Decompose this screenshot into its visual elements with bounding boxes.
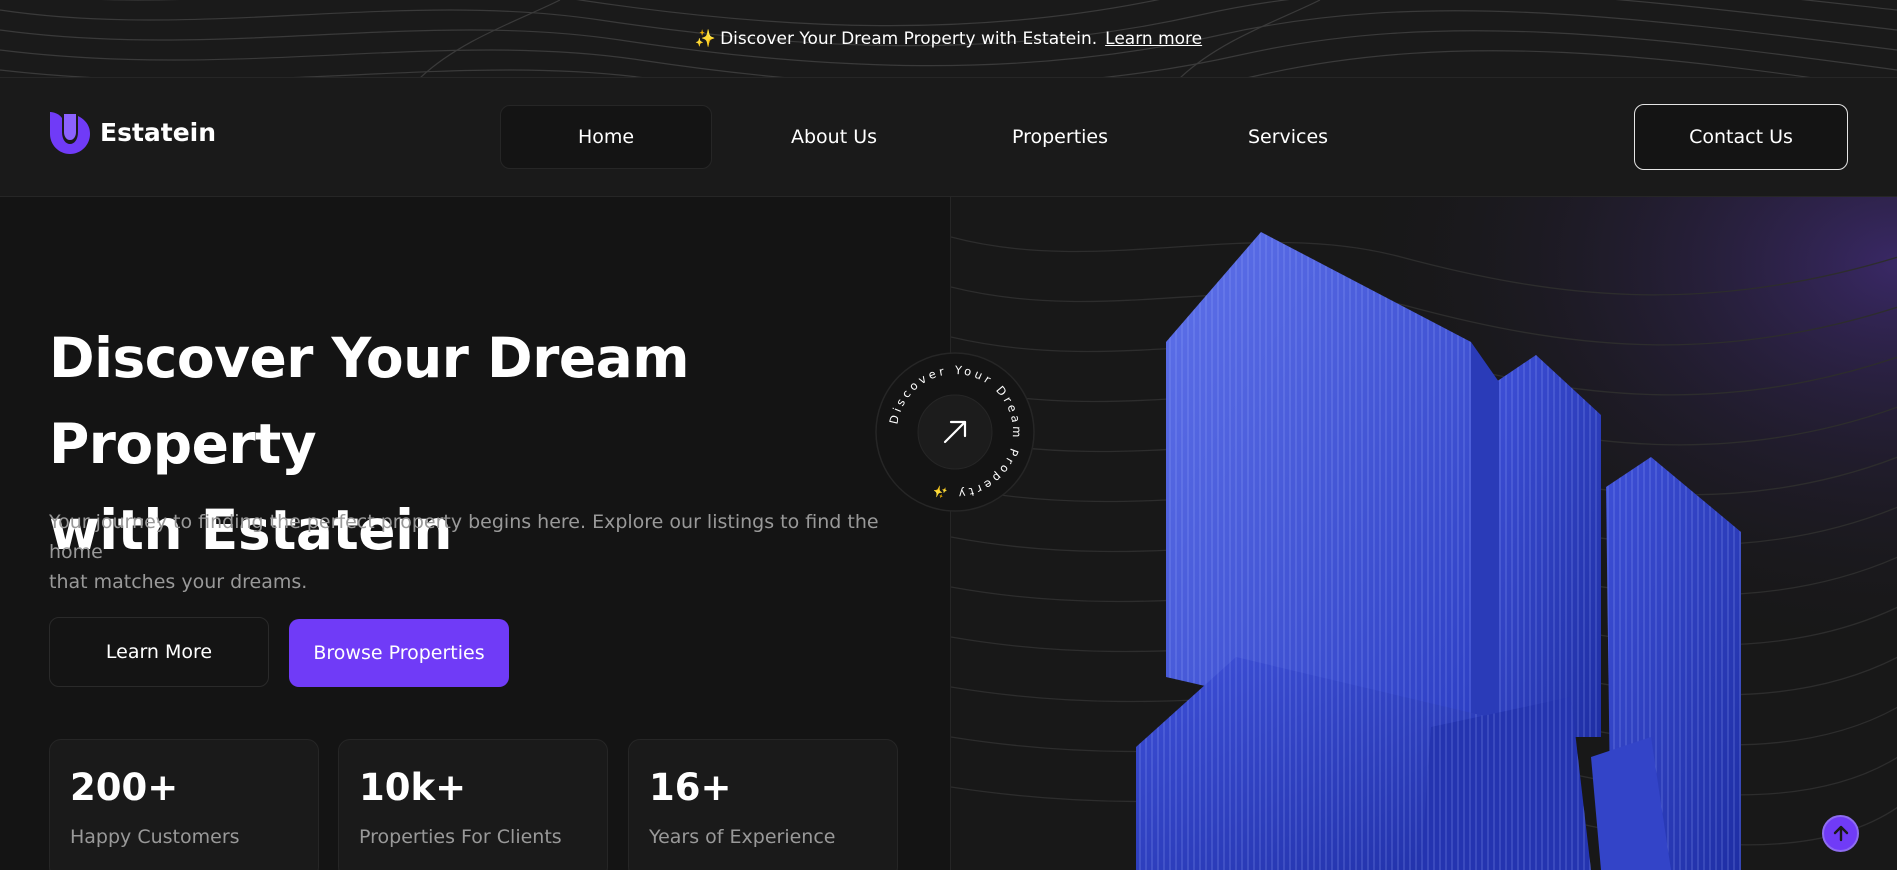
scroll-to-top-button[interactable] [1822, 815, 1859, 852]
announcement-banner: ✨ Discover Your Dream Property with Esta… [0, 0, 1897, 78]
stat-label: Years of Experience [649, 826, 836, 848]
nav-item-services[interactable]: Services [1164, 105, 1412, 169]
sparkle-icon: ✨ [694, 28, 717, 49]
building-image [951, 197, 1897, 870]
logo-text: Estatein [100, 117, 217, 147]
stat-label: Properties For Clients [359, 826, 562, 848]
logo-mark-icon [50, 112, 90, 154]
nav-item-about-us[interactable]: About Us [712, 105, 956, 169]
contact-us-button[interactable]: Contact Us [1634, 104, 1848, 170]
nav-item-properties[interactable]: Properties [956, 105, 1164, 169]
learn-more-button[interactable]: Learn More [49, 617, 269, 687]
banner-text: Discover Your Dream Property with Estate… [720, 28, 1098, 49]
browse-properties-button[interactable]: Browse Properties [289, 619, 509, 687]
nav-item-home[interactable]: Home [500, 105, 712, 169]
stat-card-experience: 16+ Years of Experience [628, 739, 898, 870]
logo[interactable]: Estatein [48, 110, 216, 154]
stat-card-properties: 10k+ Properties For Clients [338, 739, 608, 870]
discover-badge[interactable]: Discover Your Dream Property ✨ [875, 352, 1035, 512]
hero-image [950, 197, 1897, 870]
stat-card-customers: 200+ Happy Customers [49, 739, 319, 870]
stat-label: Happy Customers [70, 826, 240, 848]
hero-description: Your journey to finding the perfect prop… [49, 511, 879, 593]
stat-value: 16+ [649, 766, 732, 809]
arrow-up-icon [1833, 825, 1848, 841]
stat-value: 10k+ [359, 766, 467, 809]
navbar: Estatein Home About Us Properties Servic… [0, 78, 1897, 197]
nav-links: Home About Us Properties Services [500, 105, 1412, 169]
banner-learn-more-link[interactable]: Learn more [1105, 29, 1202, 49]
hero-section: Discover Your Dream Property with Estate… [0, 197, 950, 870]
stat-value: 200+ [70, 766, 179, 809]
